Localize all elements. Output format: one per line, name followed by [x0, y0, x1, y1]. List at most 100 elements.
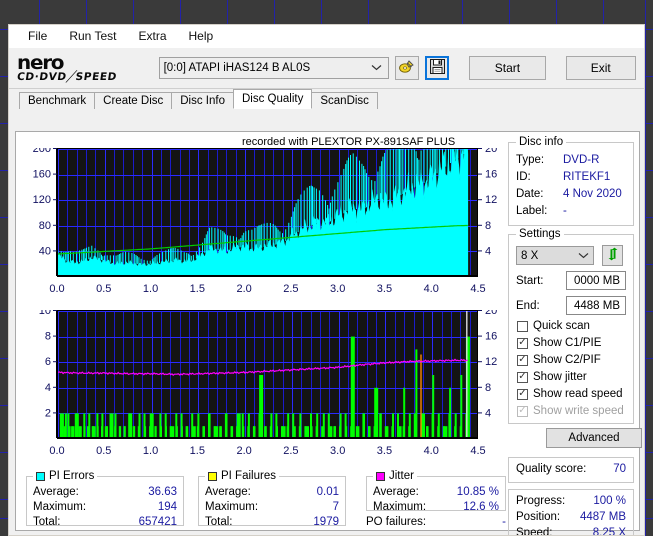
svg-text:20: 20 — [485, 148, 497, 155]
pi-failures-total-value: 1979 — [313, 516, 339, 528]
settings-title: Settings — [516, 228, 564, 240]
checkbox-show-write-speed: ✓ Show write speed — [517, 405, 624, 417]
pi-failures-average-label: Average: — [205, 486, 251, 498]
tab-disc-quality[interactable]: Disc Quality — [233, 89, 313, 109]
jitter-maximum-label: Maximum: — [373, 501, 427, 513]
nero-logo: nero CD·DVD╱SPEED — [16, 53, 147, 83]
svg-text:0.0: 0.0 — [49, 283, 64, 295]
pi-errors-average-label: Average: — [33, 486, 79, 498]
svg-text:20: 20 — [485, 310, 497, 317]
jitter-legend-label: Jitter — [389, 470, 414, 482]
pi-errors-total-value: 657421 — [138, 516, 177, 528]
disc-info-title: Disc info — [516, 136, 567, 148]
disc-info-id-value: RITEKF1 — [563, 171, 611, 183]
pi-errors-swatch — [36, 471, 45, 481]
scan-start-value: 0000 MB — [573, 274, 620, 287]
pi-failures-stats: PI Failures Average: 0.01 Maximum: 7 Tot… — [198, 470, 346, 528]
checkbox-label: Show read speed — [533, 388, 623, 400]
menu-run-test[interactable]: Run Test — [58, 26, 127, 46]
speed-value: 8.25 X — [592, 527, 626, 536]
svg-text:200: 200 — [33, 148, 51, 155]
svg-text:120: 120 — [33, 194, 51, 206]
position-label: Position: — [516, 511, 561, 523]
checkbox-box: ✓ — [517, 388, 528, 400]
pi-errors-average-value: 36.63 — [148, 486, 177, 498]
drive-select-value: [0:0] ATAPI iHAS124 B AL0S — [163, 62, 311, 74]
checkbox-quick-scan[interactable]: Quick scan — [517, 320, 590, 332]
quality-score-group: Quality score: 70 — [508, 457, 634, 483]
svg-text:4.0: 4.0 — [424, 445, 439, 457]
pi-errors-maximum-label: Maximum: — [33, 501, 87, 513]
scan-start-label: Start: — [516, 275, 544, 287]
svg-text:4: 4 — [45, 382, 51, 394]
jitter-average-value: 10.85 % — [456, 486, 499, 498]
svg-text:8: 8 — [45, 331, 51, 343]
checkbox-label: Quick scan — [533, 320, 590, 332]
save-button[interactable] — [425, 56, 450, 80]
menu-help[interactable]: Help — [178, 26, 225, 46]
checkbox-show-read-speed[interactable]: ✓ Show read speed — [517, 388, 623, 400]
chevron-down-icon — [371, 63, 384, 74]
jitter-stats: Jitter Average: 10.85 % Maximum: 12.6 % — [366, 470, 506, 513]
jitter-legend: Jitter — [373, 470, 417, 482]
pi-errors-legend-label: PI Errors — [49, 470, 95, 482]
logo-nero-text: nero — [17, 51, 65, 74]
drive-select[interactable]: [0:0] ATAPI iHAS124 B AL0S — [158, 57, 389, 79]
disc-quality-panel: recorded with PLEXTOR PX-891SAF PLUS 40 8… — [15, 131, 642, 535]
progress-group: Progress: 100 % Position: 4487 MB Speed:… — [508, 489, 634, 536]
svg-text:12: 12 — [485, 194, 497, 206]
exit-button[interactable]: Exit — [565, 56, 636, 80]
pi-errors-chart: 40 80 120 160 200 4 8 12 16 20 0.0 0.5 1.0 1.5 2.0 2.5 3… — [16, 148, 502, 298]
scan-start-input[interactable]: 0000 MB — [566, 271, 626, 290]
settings-group: Settings 8 X Start: 0000 MB End: 4488 MB… — [508, 228, 634, 424]
checkbox-show-jitter[interactable]: ✓ Show jitter — [517, 371, 587, 383]
eject-icon — [398, 59, 415, 78]
svg-text:12: 12 — [485, 356, 497, 368]
svg-text:1.5: 1.5 — [190, 445, 205, 457]
jitter-swatch — [376, 471, 385, 481]
tab-bar: Benchmark Create Disc Disc Info Disc Qua… — [9, 89, 644, 109]
tab-scandisc[interactable]: ScanDisc — [311, 92, 378, 109]
pi-failures-maximum-value: 7 — [332, 501, 339, 513]
refresh-button[interactable] — [602, 245, 623, 266]
svg-text:16: 16 — [485, 331, 497, 343]
checkbox-box — [517, 320, 528, 332]
disc-info-group: Disc info Type: DVD-R ID: RITEKF1 Date: … — [508, 136, 634, 226]
menu-file[interactable]: File — [17, 26, 58, 46]
chevron-down-icon — [578, 250, 589, 262]
checkbox-show-c1-pie[interactable]: ✓ Show C1/PIE — [517, 337, 601, 349]
svg-text:4.0: 4.0 — [424, 283, 439, 295]
start-button[interactable]: Start — [469, 56, 546, 80]
jitter-average-label: Average: — [373, 486, 419, 498]
svg-text:2.5: 2.5 — [283, 445, 298, 457]
checkbox-label: Show jitter — [533, 371, 587, 383]
checkbox-label: Show C1/PIE — [533, 337, 602, 349]
svg-text:2.0: 2.0 — [236, 283, 251, 295]
svg-text:10: 10 — [39, 310, 51, 317]
svg-text:3.0: 3.0 — [330, 283, 345, 295]
checkbox-show-c2-pif[interactable]: ✓ Show C2/PIF — [517, 354, 601, 366]
disc-info-label-label: Label: — [516, 205, 548, 217]
checkbox-box: ✓ — [517, 405, 528, 417]
pi-errors-maximum-value: 194 — [157, 501, 177, 513]
save-icon — [429, 59, 445, 77]
scan-end-input[interactable]: 4488 MB — [566, 296, 626, 315]
po-failures-row: PO failures: - — [366, 516, 506, 528]
svg-text:0.0: 0.0 — [49, 445, 64, 457]
jitter-maximum-value: 12.6 % — [463, 501, 499, 513]
speed-select[interactable]: 8 X — [516, 246, 594, 265]
menu-extra[interactable]: Extra — [127, 26, 177, 46]
svg-text:4: 4 — [485, 245, 491, 257]
svg-text:4.5: 4.5 — [470, 283, 485, 295]
po-failures-value: - — [502, 516, 506, 528]
scan-end-value: 4488 MB — [573, 299, 620, 312]
svg-text:3.0: 3.0 — [330, 445, 345, 457]
advanced-button[interactable]: Advanced — [546, 428, 642, 448]
svg-text:4: 4 — [485, 407, 491, 419]
tab-disc-info[interactable]: Disc Info — [171, 92, 234, 109]
tab-benchmark[interactable]: Benchmark — [19, 92, 96, 109]
disc-info-date-value: 4 Nov 2020 — [563, 188, 622, 200]
svg-text:0.5: 0.5 — [96, 283, 111, 295]
eject-button[interactable] — [394, 56, 420, 80]
tab-create-disc[interactable]: Create Disc — [94, 92, 173, 109]
